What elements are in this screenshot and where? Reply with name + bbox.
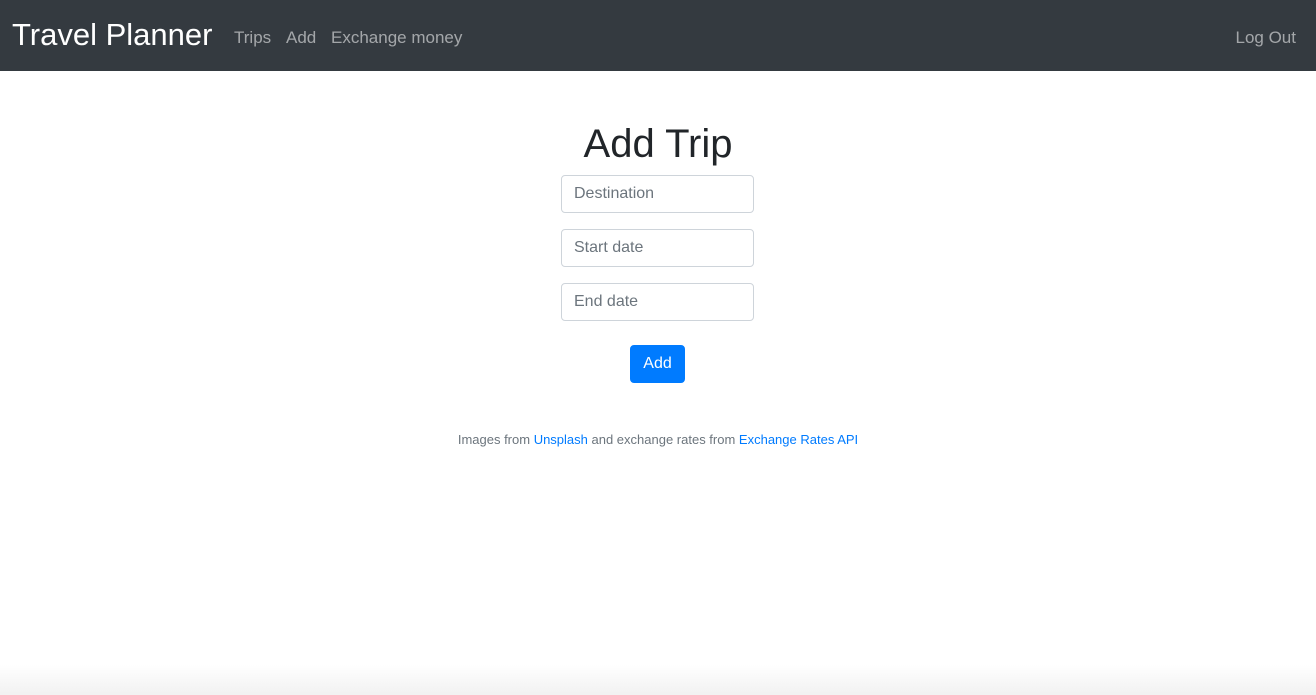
- bottom-fade: [0, 665, 1316, 695]
- nav-link-exchange-money[interactable]: Exchange money: [331, 28, 462, 48]
- attribution-prefix: Images from: [457, 432, 534, 447]
- top-navbar: Travel Planner Trips Add Exchange money …: [0, 0, 1316, 71]
- brand-link[interactable]: Travel Planner: [12, 16, 212, 54]
- destination-input[interactable]: [561, 175, 754, 213]
- add-trip-button[interactable]: Add: [630, 345, 685, 383]
- exchange-rates-api-link[interactable]: Exchange Rates API: [739, 432, 858, 447]
- start-date-input[interactable]: [561, 229, 754, 267]
- unsplash-link[interactable]: Unsplash: [534, 432, 588, 447]
- logout-link[interactable]: Log Out: [1236, 28, 1297, 48]
- attribution-middle: and exchange rates from: [587, 432, 739, 447]
- nav-link-add[interactable]: Add: [286, 28, 316, 48]
- attribution-note: Images from Unsplash and exchange rates …: [0, 432, 1316, 448]
- page-title: Add Trip: [583, 122, 733, 166]
- nav-link-trips[interactable]: Trips: [234, 28, 271, 48]
- end-date-input[interactable]: [561, 283, 754, 321]
